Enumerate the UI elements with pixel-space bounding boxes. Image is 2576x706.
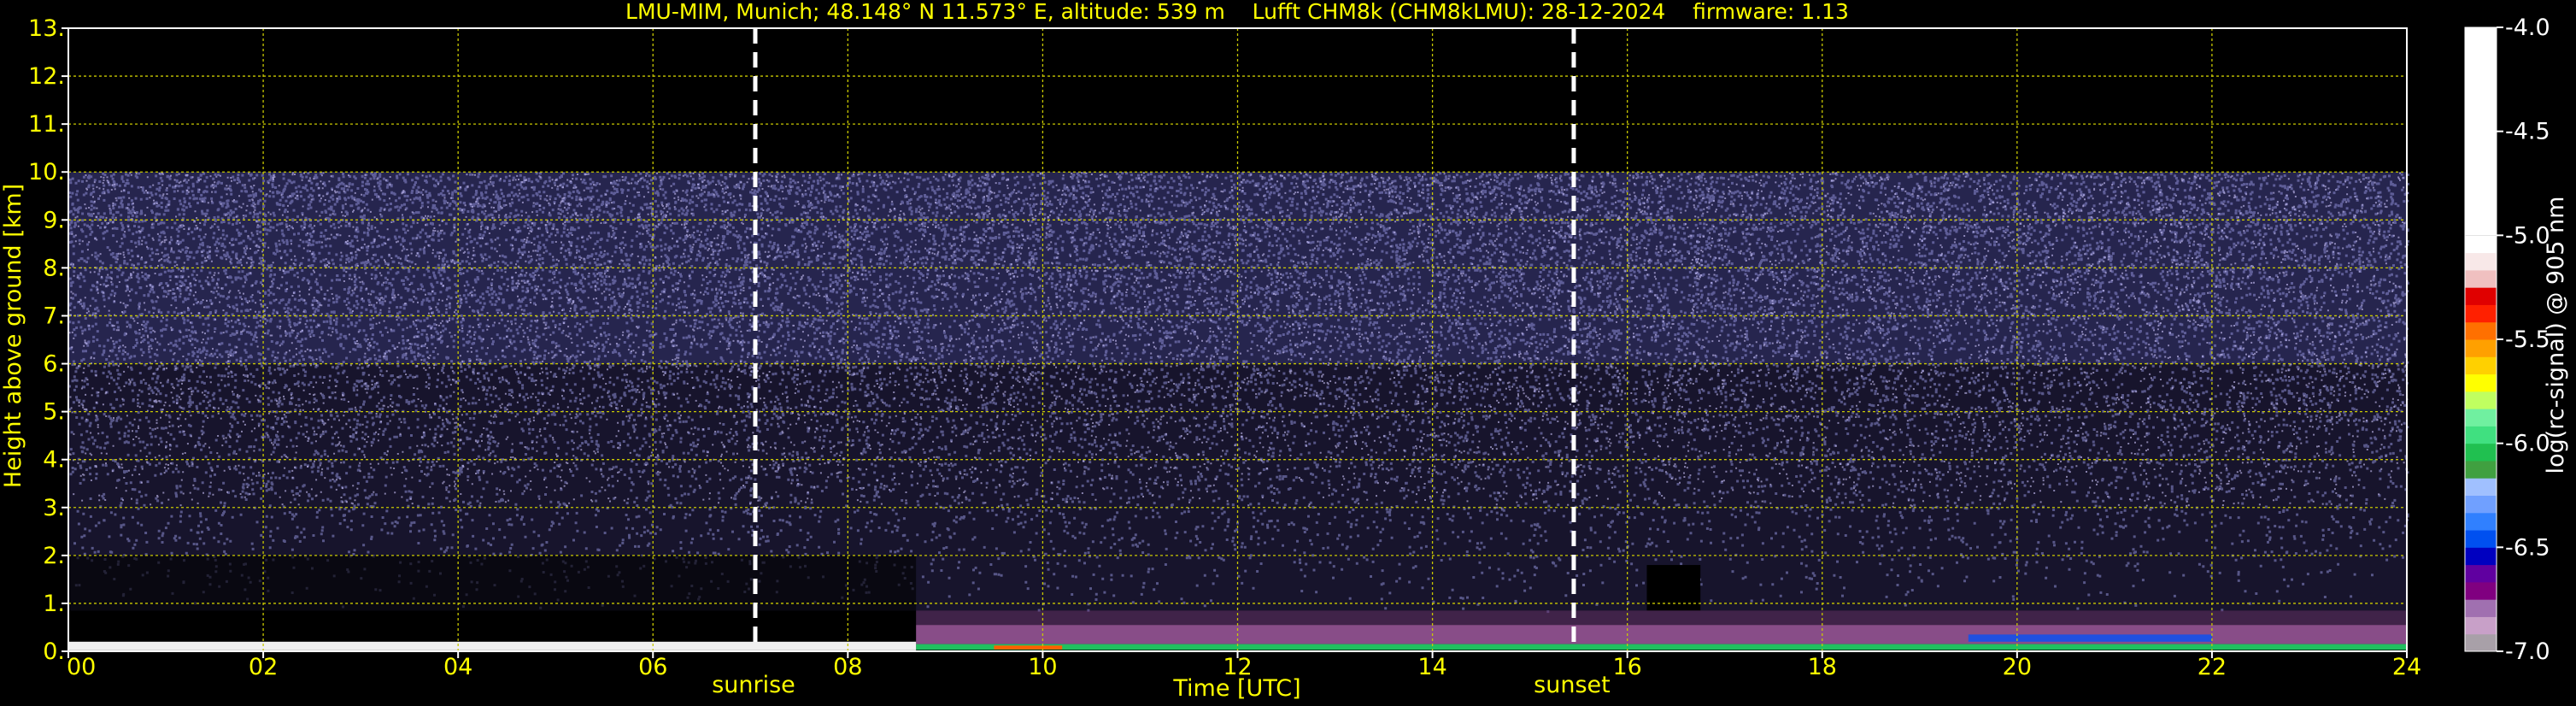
y-tick-label: 1. [43,591,65,617]
colorbar-segment [2465,426,2497,444]
colorbar-segment [2465,478,2497,496]
y-tick-label: 0. [43,638,65,665]
colorbar-segment [2465,321,2497,340]
x-tick-label: 16 [1612,654,1641,680]
colorbar-segment [2465,269,2497,288]
colorbar-segment [2465,235,2497,254]
x-tick-label: 06 [638,654,667,680]
y-tick-label: 8. [43,255,65,281]
y-tick-label: 2. [43,543,65,569]
blue-layer [1968,634,2212,642]
y-tick-label: 6. [43,351,65,378]
x-tick-label: 00 [67,654,96,680]
colorbar-tick-label: -7.0 [2505,638,2550,665]
backscatter-field [68,172,2409,647]
sunrise-label: sunrise [712,672,795,698]
y-tick-label: 3. [43,495,65,521]
colorbar-segment [2465,530,2497,548]
colorbar-segment [2465,339,2497,357]
y-tick-label: 10. [28,159,65,185]
x-tick-label: 18 [1808,654,1837,680]
hot-spot [994,645,1063,650]
colorbar-segment [2465,391,2497,409]
colorbar-segment [2465,547,2497,566]
colorbar-segment [2465,581,2497,600]
low-signal-region [68,555,917,611]
colorbar-tick-label: -4.5 [2505,119,2550,145]
colorbar-segment [2465,460,2497,479]
x-tick-label: 02 [249,654,278,680]
colorbar-segment [2465,633,2497,652]
colorbar-segment-top [2465,27,2497,236]
y-tick-label: 13. [28,15,65,42]
near-surface-layer [916,644,2407,650]
colorbar-tick-label: -4.0 [2505,15,2550,41]
surface-layer [68,641,917,650]
colorbar-segment [2465,287,2497,305]
colorbar-segment [2465,252,2497,271]
colorbar-segment [2465,616,2497,635]
x-tick-label: 10 [1028,654,1057,680]
colorbar-segment [2465,356,2497,375]
y-tick-label: 11. [28,111,65,138]
x-tick-label: 20 [2003,654,2032,680]
sunset-label: sunset [1534,672,1611,698]
colorbar-segment [2465,443,2497,462]
colorbar-tick-label: -6.5 [2505,534,2550,561]
y-tick-label: 5. [43,399,65,426]
y-tick-label: 9. [43,207,65,233]
chart-title: LMU-MIM, Munich; 48.148° N 11.573° E, al… [625,0,1849,24]
x-tick-label: 04 [443,654,472,680]
colorbar-segment [2465,409,2497,427]
ceilometer-chart: sunrise sunset 00 02 04 06 08 10 12 14 16 18 20 22 24… [0,0,2569,702]
colorbar-segment [2465,564,2497,583]
colorbar-segment [2465,512,2497,531]
y-axis-ticks: 0. 1. 2. 3. 4. 5. 6. 7. 8. 9. 10. 11. 12. 13. [28,15,68,665]
colorbar [2464,26,2497,652]
y-axis-label: Height above ground [km] [0,184,26,488]
x-axis-label: Time [UTC] [1172,675,1300,702]
x-tick-label: 24 [2392,654,2421,680]
y-tick-label: 4. [43,447,65,474]
colorbar-segment [2465,599,2497,617]
aerosol-layer-top [916,610,2407,626]
colorbar-segment [2465,304,2497,323]
y-tick-label: 7. [43,303,65,329]
x-tick-label: 08 [833,654,862,680]
x-tick-label: 22 [2198,654,2227,680]
colorbar-segment [2465,495,2497,514]
colorbar-segment [2465,374,2497,392]
x-tick-label: 14 [1417,654,1446,680]
colorbar-label: log(rc-signal) @ 905 nm [2543,197,2569,474]
y-tick-label: 12. [28,63,65,90]
